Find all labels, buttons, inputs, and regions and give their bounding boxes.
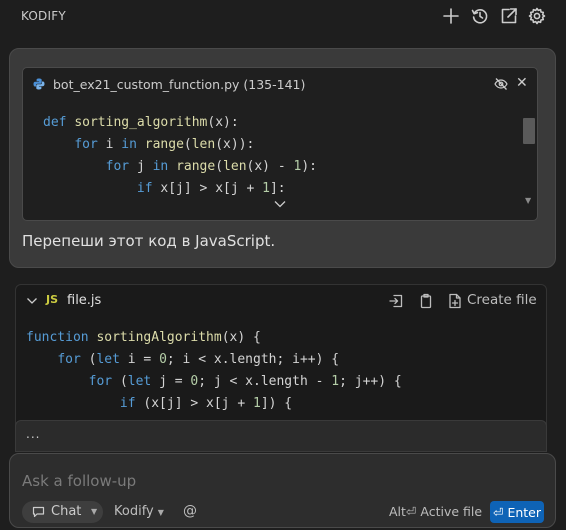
code-token: ( xyxy=(119,374,128,389)
code-token: 1 xyxy=(331,374,340,389)
code-token: for xyxy=(74,137,106,152)
code-token: ( xyxy=(183,137,192,152)
user-message-text: Перепеши этот код в JavaScript. xyxy=(22,232,276,250)
code-token: for xyxy=(88,374,120,389)
plus-icon[interactable] xyxy=(441,6,461,26)
mode-selector[interactable]: Chat ▼ xyxy=(22,501,103,523)
code-token: ]: xyxy=(269,181,286,196)
code-token: let xyxy=(127,374,160,389)
code-token: if xyxy=(119,396,144,411)
enter-button[interactable]: ⏎ Enter xyxy=(490,501,544,523)
code-token: for xyxy=(105,159,137,174)
open-external-icon[interactable] xyxy=(499,6,519,26)
model-label: Kodify xyxy=(114,504,154,519)
response-code-view: function sortingAlgorithm(x) { for (let … xyxy=(16,329,546,429)
scroll-down-arrow-icon[interactable]: ▼ xyxy=(525,196,531,205)
user-message: bot_ex21_custom_function.py (135-141) ✕ … xyxy=(9,48,556,268)
attachment-header: bot_ex21_custom_function.py (135-141) ✕ xyxy=(23,68,537,100)
gear-icon[interactable] xyxy=(527,6,547,26)
code-token: function xyxy=(26,330,97,345)
history-icon[interactable] xyxy=(470,6,490,26)
code-token: 1 xyxy=(262,181,270,196)
code-token: (x) - xyxy=(246,159,294,174)
mention-button[interactable]: @ xyxy=(183,503,197,519)
code-token: ): xyxy=(301,159,317,174)
code-token: 0 xyxy=(159,352,167,367)
composer: Chat ▼ Kodify▼ @ Alt⏎ Active file ⏎ Ente… xyxy=(9,453,556,528)
code-token: (x)): xyxy=(215,137,255,152)
code-token: in xyxy=(152,159,177,174)
code-token: if xyxy=(136,181,161,196)
copy-icon[interactable] xyxy=(418,293,434,309)
code-token: len xyxy=(223,159,247,174)
code-token: ; j++) { xyxy=(339,374,402,389)
attachment-filename: bot_ex21_custom_function.py (135-141) xyxy=(53,77,306,92)
code-line: function sortingAlgorithm(x) { xyxy=(26,329,261,347)
create-file-button[interactable]: Create file xyxy=(467,292,537,308)
code-line: def sorting_algorithm(x): xyxy=(43,114,239,132)
code-token: len xyxy=(191,137,216,152)
code-token: (x[j] > x[j + xyxy=(143,396,253,411)
chevron-down-icon: ▼ xyxy=(91,507,98,516)
chevron-down-icon: ▼ xyxy=(157,508,164,517)
chat-bubble-icon xyxy=(32,506,45,518)
more-indicator-bar[interactable]: ... xyxy=(15,420,547,452)
close-icon[interactable]: ✕ xyxy=(516,74,528,92)
code-token: range xyxy=(144,137,184,152)
collapse-chevron-icon[interactable] xyxy=(26,296,38,306)
code-token: j xyxy=(136,159,153,174)
code-token: i = xyxy=(127,352,160,367)
code-token: ( xyxy=(215,159,224,174)
code-line: if x[j] > x[j + 1]: xyxy=(43,180,286,198)
model-selector[interactable]: Kodify ▼ xyxy=(114,504,164,519)
code-token: def xyxy=(43,115,75,130)
code-line: if (x[j] > x[j + 1]) { xyxy=(26,395,292,413)
code-token: sortingAlgorithm xyxy=(96,330,222,345)
code-token: sorting_algorithm xyxy=(74,115,208,130)
js-language-badge: JS xyxy=(46,293,59,306)
follow-up-input[interactable] xyxy=(22,470,542,492)
active-file-button[interactable]: Alt⏎ Active file xyxy=(389,504,482,519)
response-code-block: JS file.js Create file function sortingA… xyxy=(15,284,547,430)
code-token: for xyxy=(57,352,89,367)
response-filename: file.js xyxy=(67,293,102,308)
eye-off-icon[interactable] xyxy=(494,77,508,91)
scrollbar-thumb[interactable] xyxy=(523,118,535,144)
code-token: in xyxy=(121,137,145,152)
code-token: range xyxy=(176,159,216,174)
code-token: ]) { xyxy=(260,396,293,411)
mode-label: Chat xyxy=(51,504,82,519)
app-title: KODIFY xyxy=(21,9,66,23)
code-token: j = xyxy=(159,374,191,389)
header: KODIFY xyxy=(0,0,566,34)
code-attachment[interactable]: bot_ex21_custom_function.py (135-141) ✕ … xyxy=(22,67,538,221)
more-dots[interactable]: ... xyxy=(26,427,40,441)
code-line: for j in range(len(x) - 1): xyxy=(43,158,317,176)
code-token: 1 xyxy=(252,396,261,411)
new-file-icon[interactable] xyxy=(447,293,463,309)
code-token: let xyxy=(96,352,128,367)
code-token: i xyxy=(105,137,122,152)
expand-chevron-icon[interactable] xyxy=(273,199,287,209)
code-line: for i in range(len(x)): xyxy=(43,136,254,154)
insert-at-cursor-icon[interactable] xyxy=(388,293,404,309)
code-token: ; j < x.length - xyxy=(198,374,332,389)
code-token: (x) { xyxy=(221,330,261,345)
code-line: for (let j = 0; j < x.length - 1; j++) { xyxy=(26,373,402,391)
python-icon xyxy=(33,78,45,90)
code-token: x[j] > x[j + xyxy=(160,181,263,196)
code-line: for (let i = 0; i < x.length; i++) { xyxy=(26,351,339,369)
code-token: ; i < x.length; i++) { xyxy=(166,352,340,367)
code-token: (x): xyxy=(207,115,239,130)
